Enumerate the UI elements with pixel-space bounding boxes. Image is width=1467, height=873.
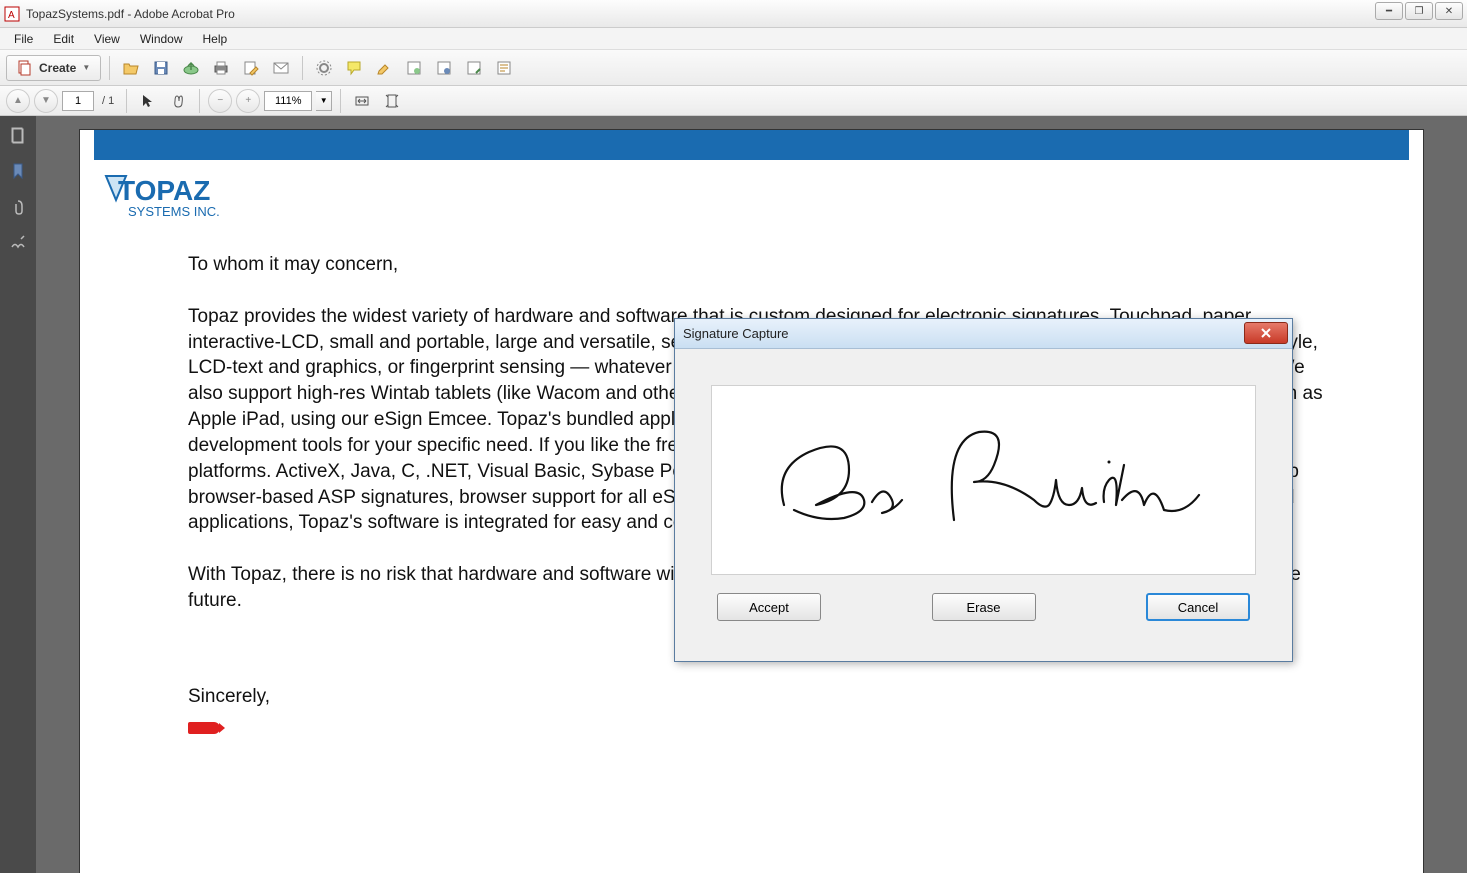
close-button[interactable]: ✕ bbox=[1435, 2, 1463, 20]
zoom-dropdown[interactable]: ▼ bbox=[316, 91, 332, 111]
create-button[interactable]: Create ▼ bbox=[6, 55, 101, 81]
minimize-button[interactable]: ━ bbox=[1375, 2, 1403, 20]
erase-button[interactable]: Erase bbox=[932, 593, 1036, 621]
fit-width-icon[interactable] bbox=[349, 88, 375, 114]
signature-canvas[interactable] bbox=[711, 385, 1256, 575]
open-icon[interactable] bbox=[118, 55, 144, 81]
page-up-button[interactable]: ▲ bbox=[6, 89, 30, 113]
dialog-title: Signature Capture bbox=[683, 326, 789, 341]
create-label: Create bbox=[39, 61, 76, 75]
comment-icon[interactable] bbox=[341, 55, 367, 81]
menu-bar: File Edit View Window Help bbox=[0, 28, 1467, 50]
hand-tool-icon[interactable] bbox=[165, 88, 191, 114]
menu-help[interactable]: Help bbox=[195, 30, 236, 48]
toolbar-nav: ▲ ▼ / 1 − + ▼ bbox=[0, 86, 1467, 116]
window-titlebar: A TopazSystems.pdf - Adobe Acrobat Pro ━… bbox=[0, 0, 1467, 28]
logo-text-top: TOPAZ bbox=[118, 175, 210, 206]
nav-panel bbox=[0, 116, 36, 873]
divider bbox=[302, 56, 303, 80]
menu-edit[interactable]: Edit bbox=[45, 30, 82, 48]
form-icon[interactable] bbox=[491, 55, 517, 81]
bookmarks-icon[interactable] bbox=[7, 160, 29, 182]
cloud-icon[interactable] bbox=[178, 55, 204, 81]
print-icon[interactable] bbox=[208, 55, 234, 81]
attachments-icon[interactable] bbox=[7, 196, 29, 218]
logo-text-bottom: SYSTEMS INC. bbox=[128, 204, 220, 219]
svg-text:A: A bbox=[8, 10, 15, 21]
highlight-icon[interactable] bbox=[371, 55, 397, 81]
divider bbox=[340, 89, 341, 113]
logo: TOPAZ SYSTEMS INC. bbox=[80, 160, 1423, 228]
select-tool-icon[interactable] bbox=[135, 88, 161, 114]
attach-icon[interactable] bbox=[431, 55, 457, 81]
zoom-in-button[interactable]: + bbox=[236, 89, 260, 113]
maximize-button[interactable]: ❐ bbox=[1405, 2, 1433, 20]
menu-view[interactable]: View bbox=[86, 30, 128, 48]
divider bbox=[126, 89, 127, 113]
dialog-titlebar: Signature Capture bbox=[675, 319, 1292, 349]
sign-icon[interactable] bbox=[461, 55, 487, 81]
accept-button[interactable]: Accept bbox=[717, 593, 821, 621]
page-total: / 1 bbox=[102, 95, 114, 107]
edit-icon[interactable] bbox=[238, 55, 264, 81]
gear-icon[interactable] bbox=[311, 55, 337, 81]
divider bbox=[109, 56, 110, 80]
signatures-icon[interactable] bbox=[7, 232, 29, 254]
page-number-input[interactable] bbox=[62, 91, 94, 111]
cancel-button[interactable]: Cancel bbox=[1146, 593, 1250, 621]
save-icon[interactable] bbox=[148, 55, 174, 81]
app-icon: A bbox=[4, 6, 20, 22]
zoom-input[interactable] bbox=[264, 91, 312, 111]
menu-file[interactable]: File bbox=[6, 30, 41, 48]
greeting: To whom it may concern, bbox=[188, 252, 1323, 278]
fit-page-icon[interactable] bbox=[379, 88, 405, 114]
zoom-out-button[interactable]: − bbox=[208, 89, 232, 113]
header-bar bbox=[94, 130, 1409, 160]
divider bbox=[199, 89, 200, 113]
dialog-close-button[interactable] bbox=[1244, 322, 1288, 344]
menu-window[interactable]: Window bbox=[132, 30, 191, 48]
signature-field-placeholder[interactable] bbox=[188, 722, 220, 734]
email-icon[interactable] bbox=[268, 55, 294, 81]
stamp-icon[interactable] bbox=[401, 55, 427, 81]
toolbar-main: Create ▼ bbox=[0, 50, 1467, 86]
window-title: TopazSystems.pdf - Adobe Acrobat Pro bbox=[26, 7, 235, 21]
thumbnails-icon[interactable] bbox=[7, 124, 29, 146]
closing: Sincerely, bbox=[188, 684, 1323, 710]
page-down-button[interactable]: ▼ bbox=[34, 89, 58, 113]
signature-capture-dialog: Signature Capture Accept Erase Cancel bbox=[674, 318, 1293, 662]
chevron-down-icon: ▼ bbox=[82, 63, 90, 72]
